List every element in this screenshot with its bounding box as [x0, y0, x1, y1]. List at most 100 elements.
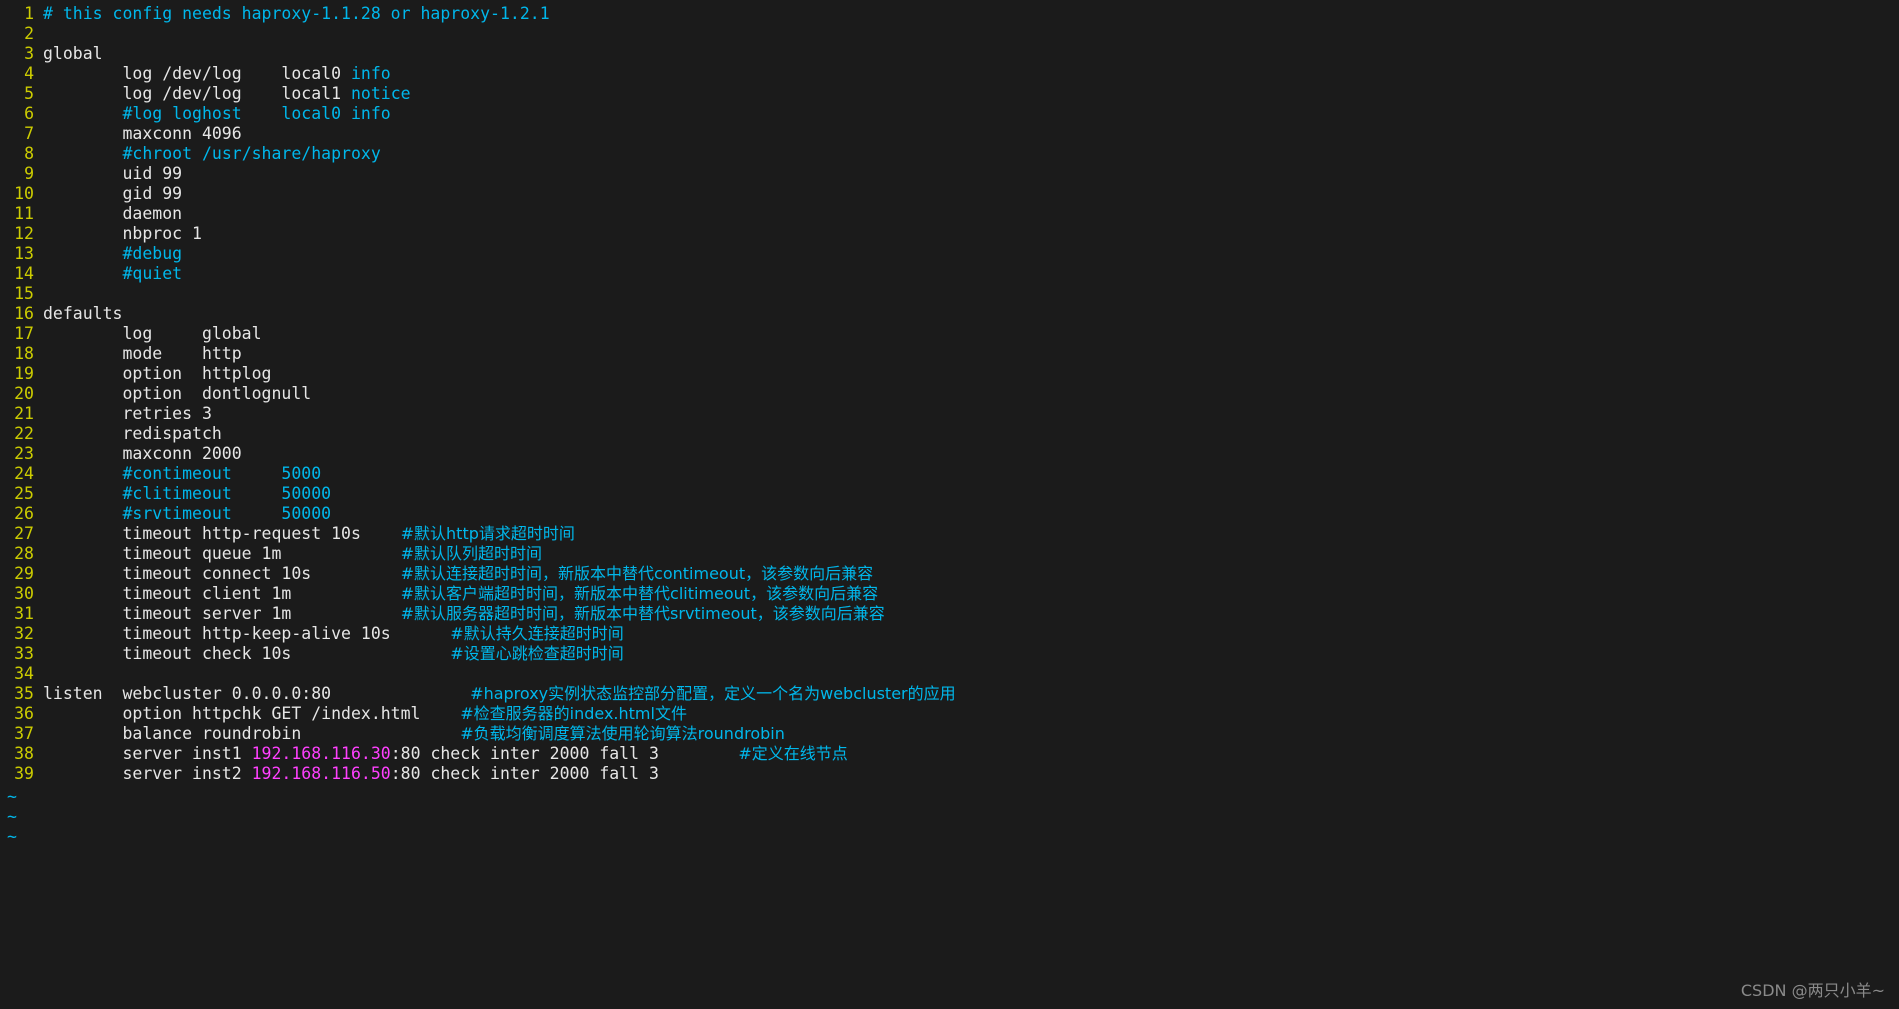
code-line[interactable]: 19 option httplog — [0, 364, 956, 384]
line-content[interactable]: timeout check 10s #设置心跳检查超时时间 — [34, 644, 623, 663]
line-number: 23 — [14, 444, 34, 463]
code-token: daemon — [43, 204, 183, 223]
code-line[interactable]: 11 daemon — [0, 204, 956, 224]
line-content[interactable] — [34, 24, 43, 43]
code-line[interactable]: 20 option dontlognull — [0, 384, 956, 404]
line-number: 20 — [14, 384, 34, 403]
line-content[interactable]: uid 99 — [34, 164, 182, 183]
line-number: 15 — [14, 284, 34, 303]
line-number: 17 — [14, 324, 34, 343]
line-content[interactable]: redispatch — [34, 424, 221, 443]
line-content[interactable]: timeout http-request 10s #默认http请求超时时间 — [34, 524, 574, 543]
line-content[interactable]: #srvtimeout 50000 — [34, 504, 331, 523]
code-line[interactable]: 33 timeout check 10s #设置心跳检查超时时间 — [0, 644, 956, 664]
line-content[interactable]: #quiet — [34, 264, 182, 283]
code-token: defaults — [43, 304, 123, 323]
code-line[interactable]: 13 #debug — [0, 244, 956, 264]
code-line[interactable]: 35 listen webcluster 0.0.0.0:80 #haproxy实… — [0, 684, 956, 704]
code-line[interactable]: 23 maxconn 2000 — [0, 444, 956, 464]
line-content[interactable]: timeout http-keep-alive 10s #默认持久连接超时时间 — [34, 624, 624, 643]
code-comment: #默认客户端超时时间，新版本中替代clitimeout，该参数向后兼容 — [400, 584, 879, 603]
code-line[interactable]: 7 maxconn 4096 — [0, 124, 956, 144]
code-line[interactable]: 8 #chroot /usr/share/haproxy — [0, 144, 956, 164]
code-line[interactable]: 12 nbproc 1 — [0, 224, 956, 244]
line-content[interactable]: timeout client 1m #默认客户端超时时间，新版本中替代cliti… — [34, 584, 878, 603]
line-number: 10 — [14, 184, 34, 203]
code-line[interactable]: 17 log global — [0, 324, 956, 344]
code-line[interactable]: 21 retries 3 — [0, 404, 956, 424]
code-line[interactable]: 34 — [0, 664, 956, 684]
code-line[interactable]: 28 timeout queue 1m #默认队列超时时间 — [0, 544, 956, 564]
line-content[interactable]: # this config needs haproxy-1.1.28 or ha… — [34, 4, 550, 23]
line-content[interactable]: #log loghost local0 info — [34, 104, 390, 123]
line-number: 26 — [14, 504, 34, 523]
code-comment: #quiet — [122, 264, 183, 283]
code-line[interactable]: 38 server inst1 192.168.116.30:80 check … — [0, 744, 956, 764]
line-content[interactable]: option dontlognull — [34, 384, 311, 403]
line-content[interactable]: balance roundrobin #负载均衡调度算法使用轮询算法roundr… — [34, 724, 784, 743]
line-content[interactable]: log global — [34, 324, 261, 343]
line-content[interactable]: timeout queue 1m #默认队列超时时间 — [34, 544, 542, 563]
code-line[interactable]: 32 timeout http-keep-alive 10s #默认持久连接超时… — [0, 624, 956, 644]
code-comment: #默认持久连接超时时间 — [450, 624, 624, 643]
code-token: timeout queue 1m — [43, 544, 401, 563]
code-line[interactable]: 36 option httpchk GET /index.html #检查服务器… — [0, 704, 956, 724]
empty-line-marker: ~ — [7, 787, 17, 806]
code-line[interactable]: 6 #log loghost local0 info — [0, 104, 956, 124]
code-line[interactable]: 25 #clitimeout 50000 — [0, 484, 956, 504]
code-token: server inst1 — [43, 744, 252, 763]
line-content[interactable]: option httplog — [34, 364, 271, 383]
line-content[interactable]: retries 3 — [34, 404, 212, 423]
line-content[interactable]: mode http — [34, 344, 241, 363]
code-token: nbproc 1 — [43, 224, 202, 243]
line-content[interactable]: timeout connect 10s #默认连接超时时间，新版本中替代cont… — [34, 564, 873, 583]
code-line[interactable]: 16 defaults — [0, 304, 956, 324]
line-content[interactable] — [34, 284, 43, 303]
line-content[interactable]: #clitimeout 50000 — [34, 484, 331, 503]
code-line[interactable]: 39 server inst2 192.168.116.50:80 check … — [0, 764, 956, 784]
code-line[interactable]: 29 timeout connect 10s #默认连接超时时间，新版本中替代c… — [0, 564, 956, 584]
line-content[interactable]: maxconn 2000 — [34, 444, 241, 463]
line-content[interactable]: log /dev/log local0 info — [34, 64, 390, 83]
code-line[interactable]: 10 gid 99 — [0, 184, 956, 204]
line-content[interactable]: maxconn 4096 — [34, 124, 241, 143]
code-line[interactable]: 14 #quiet — [0, 264, 956, 284]
code-token: timeout client 1m — [43, 584, 401, 603]
code-line[interactable]: 18 mode http — [0, 344, 956, 364]
code-line[interactable]: 5 log /dev/log local1 notice — [0, 84, 956, 104]
line-content[interactable]: global — [34, 44, 103, 63]
line-content[interactable]: gid 99 — [34, 184, 182, 203]
line-content[interactable]: nbproc 1 — [34, 224, 202, 243]
line-number: 30 — [14, 584, 34, 603]
code-line[interactable]: 2 — [0, 24, 956, 44]
code-line[interactable]: 15 — [0, 284, 956, 304]
code-line[interactable]: 24 #contimeout 5000 — [0, 464, 956, 484]
line-content[interactable]: server inst2 192.168.116.50:80 check int… — [34, 764, 658, 783]
line-content[interactable]: server inst1 192.168.116.30:80 check int… — [34, 744, 847, 763]
code-line[interactable]: 37 balance roundrobin #负载均衡调度算法使用轮询算法rou… — [0, 724, 956, 744]
vim-editor-window[interactable]: 1 # this config needs haproxy-1.1.28 or h… — [0, 0, 1899, 1009]
code-line[interactable]: 22 redispatch — [0, 424, 956, 444]
line-content[interactable]: #debug — [34, 244, 182, 263]
code-line[interactable]: 27 timeout http-request 10s #默认http请求超时时… — [0, 524, 956, 544]
line-content[interactable]: #contimeout 5000 — [34, 464, 321, 483]
line-content[interactable]: log /dev/log local1 notice — [34, 84, 410, 103]
code-line[interactable]: 31 timeout server 1m #默认服务器超时时间，新版本中替代sr… — [0, 604, 956, 624]
line-content[interactable]: #chroot /usr/share/haproxy — [34, 144, 380, 163]
code-line[interactable]: 9 uid 99 — [0, 164, 956, 184]
line-content[interactable]: listen webcluster 0.0.0.0:80 #haproxy实例状… — [34, 684, 956, 703]
line-number: 27 — [14, 524, 34, 543]
code-line[interactable]: 26 #srvtimeout 50000 — [0, 504, 956, 524]
code-line[interactable]: 30 timeout client 1m #默认客户端超时时间，新版本中替代cl… — [0, 584, 956, 604]
line-content[interactable]: daemon — [34, 204, 182, 223]
line-number: 2 — [24, 24, 34, 43]
code-line[interactable]: 3 global — [0, 44, 956, 64]
code-line[interactable]: 1 # this config needs haproxy-1.1.28 or h… — [0, 4, 956, 24]
line-content[interactable]: option httpchk GET /index.html #检查服务器的in… — [34, 704, 686, 723]
line-content[interactable]: defaults — [34, 304, 122, 323]
code-line[interactable]: 4 log /dev/log local0 info — [0, 64, 956, 84]
line-content[interactable]: timeout server 1m #默认服务器超时时间，新版本中替代srvti… — [34, 604, 884, 623]
code-token: retries 3 — [43, 404, 212, 423]
line-content[interactable] — [34, 664, 43, 683]
